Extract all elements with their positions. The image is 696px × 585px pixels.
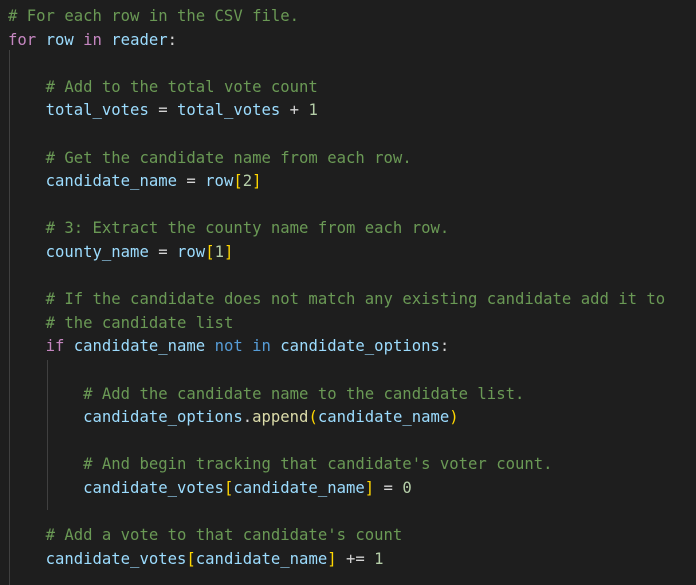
code-token: ]	[252, 172, 262, 191]
code-token: candidate_name	[195, 549, 328, 568]
code-token: in	[252, 337, 271, 356]
code-token: total_votes	[177, 101, 281, 120]
code-token: append	[252, 408, 309, 427]
code-token: :	[439, 337, 450, 356]
code-line: candidate_name = row[2]	[8, 169, 262, 193]
code-token: total_votes	[45, 101, 149, 120]
code-token: not	[214, 337, 243, 356]
code-line: total_votes = total_votes + 1	[8, 98, 318, 122]
code-token: candidate_options	[280, 337, 440, 356]
code-token: 1	[214, 243, 224, 261]
code-token: candidate_name	[233, 479, 365, 497]
code-line: if candidate_name not in candidate_optio…	[8, 334, 450, 358]
code-token: # Add a vote to that candidate's count	[45, 526, 403, 545]
code-line: # Add to the total vote count	[8, 75, 318, 99]
code-token: candidate_votes	[83, 479, 224, 497]
code-token: [	[233, 172, 243, 191]
code-line: # For each row in the CSV file.	[8, 4, 299, 28]
code-token: reader	[111, 30, 168, 49]
code-token: 1	[308, 101, 318, 120]
code-line: # Add a vote to that candidate's count	[8, 523, 403, 547]
code-token: candidate_options	[83, 408, 243, 427]
code-token: candidate_name	[317, 408, 450, 427]
code-line: for row in reader:	[8, 28, 177, 52]
code-editor[interactable]: # For each row in the CSV file. for row i…	[0, 0, 696, 585]
code-token: if	[45, 337, 65, 356]
code-token: .	[242, 408, 253, 427]
code-token: =	[177, 172, 206, 191]
code-token: ]	[223, 243, 234, 261]
code-line: # 3: Extract the county name from each r…	[8, 216, 450, 240]
code-token: # If the candidate does not match any ex…	[45, 290, 666, 309]
code-line: # the candidate list	[8, 311, 234, 335]
code-token: [	[205, 243, 215, 261]
code-line: county_name = row[1]	[8, 240, 234, 264]
code-token: row	[177, 243, 206, 261]
code-token: 0	[402, 479, 412, 497]
code-token: =	[148, 243, 178, 261]
code-line: # If the candidate does not match any ex…	[8, 287, 666, 311]
code-token: # the candidate list	[45, 313, 234, 332]
code-token: ]	[364, 479, 375, 497]
code-token: in	[83, 30, 102, 49]
code-line: candidate_votes[candidate_name] += 1	[8, 547, 384, 571]
code-token: # And begin tracking that candidate's vo…	[83, 455, 553, 474]
code-token: =	[374, 479, 403, 497]
code-token: [	[223, 479, 234, 497]
code-token: # Add to the total vote count	[45, 77, 318, 96]
code-line: candidate_options.append(candidate_name)	[8, 405, 459, 429]
code-token: county_name	[45, 243, 149, 261]
code-token: +=	[336, 549, 375, 568]
code-token: for	[8, 30, 37, 49]
code-token: candidate_name	[45, 172, 177, 191]
code-token: [	[186, 549, 196, 568]
code-token: =	[148, 101, 178, 120]
code-token: # Get the candidate name from each row.	[45, 148, 412, 167]
code-line: # Add the candidate name to the candidat…	[8, 382, 524, 406]
code-token: # 3: Extract the county name from each r…	[45, 219, 450, 238]
code-token: :	[167, 30, 178, 49]
code-token: row	[205, 172, 234, 191]
code-token: # Add the candidate name to the candidat…	[83, 384, 525, 403]
code-line: candidate_votes[candidate_name] = 0	[8, 476, 412, 500]
code-token: 2	[242, 172, 253, 191]
code-token: ]	[327, 549, 337, 568]
code-line: # And begin tracking that candidate's vo…	[8, 452, 553, 476]
code-token: candidate_name	[73, 337, 206, 356]
code-token: 1	[374, 549, 384, 568]
code-token: )	[449, 408, 459, 427]
code-token: candidate_votes	[45, 549, 187, 568]
code-token: +	[280, 101, 309, 120]
code-token: (	[308, 408, 318, 427]
code-token: # For each row in the CSV file.	[8, 7, 300, 25]
code-line: # Get the candidate name from each row.	[8, 146, 412, 170]
code-token: row	[45, 30, 74, 49]
